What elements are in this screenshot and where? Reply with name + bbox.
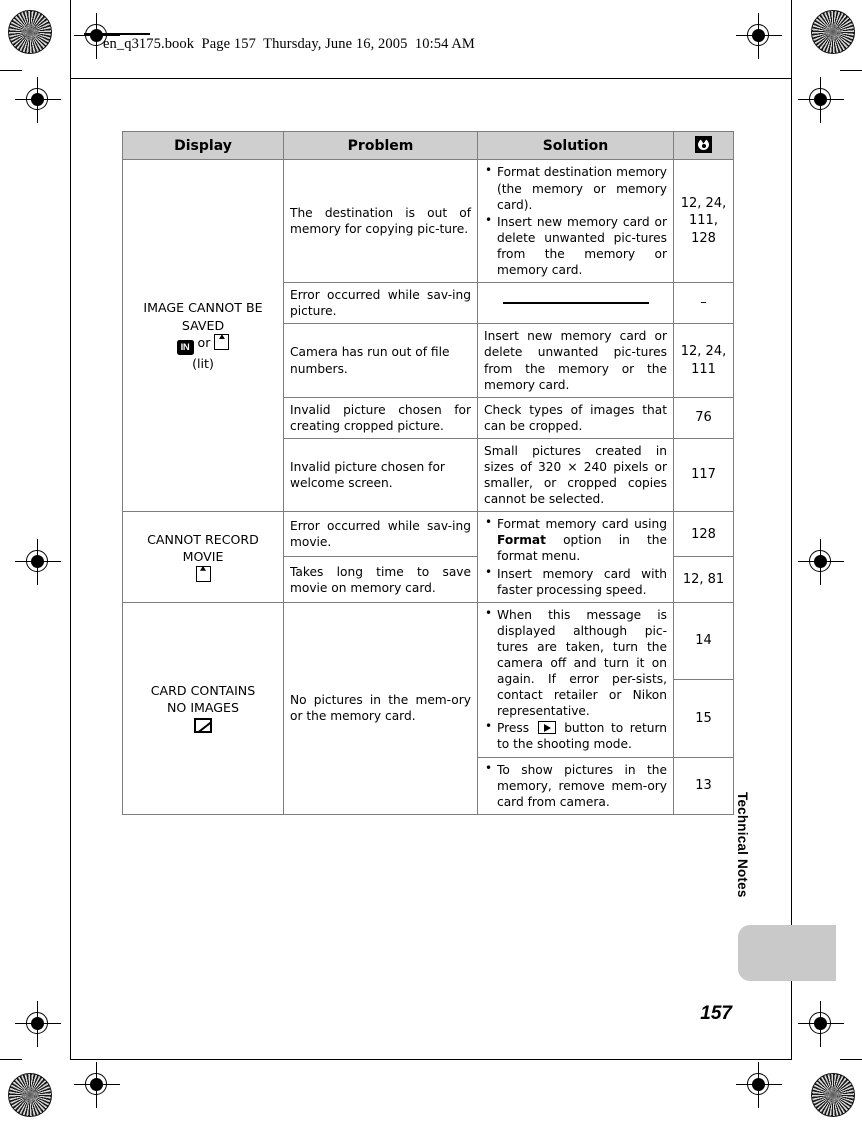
- crop-frame-bottom: [70, 1059, 792, 1061]
- problem-cell: Invalid picture chosen for creating crop…: [283, 396, 478, 439]
- page-reference-cell: 15: [673, 679, 734, 758]
- registration-target-right-lower: [798, 1001, 844, 1047]
- page-reference-cell: 13: [673, 756, 734, 815]
- crop-frame-left: [70, 20, 72, 1060]
- internal-memory-icon: IN: [176, 340, 194, 356]
- crop-line-top-left-vertical: [70, 0, 72, 20]
- no-image-icon: [194, 718, 212, 734]
- page-reference-cell: 12, 24, 111, 128: [673, 159, 734, 284]
- registration-rosette-bottom-left: [8, 1073, 52, 1117]
- problem-cell: Invalid picture chosen for welcome scree…: [283, 437, 478, 513]
- registration-target-right-middle: [798, 539, 844, 585]
- page-reference-cell: 128: [673, 511, 734, 558]
- display-cell-cannot-record-movie: CANNOT RECORD MOVIE: [122, 511, 284, 603]
- display-icon-row: [129, 565, 277, 584]
- crop-line-right-top-horizontal: [840, 70, 862, 72]
- solution-bullet: Insert memory card with faster processin…: [484, 565, 667, 598]
- error-message-table: Display Problem Solution IMAGE CANNOT BE…: [122, 130, 734, 815]
- registration-target-left-upper: [15, 77, 61, 123]
- display-message-line2: NO IMAGES: [166, 700, 240, 716]
- crop-line-bottom-left-horizontal: [0, 1059, 22, 1061]
- table-header-row: Display Problem Solution: [122, 130, 734, 161]
- solution-bullet: When this message is displayed although …: [484, 606, 667, 720]
- memory-card-icon: [195, 565, 211, 582]
- solution-text-pre: Press: [497, 721, 536, 736]
- display-note: (lit): [192, 356, 214, 372]
- solution-cell: [477, 282, 674, 325]
- problem-cell: Takes long time to save movie on memory …: [283, 556, 478, 603]
- display-message-line1: CARD CONTAINS: [150, 682, 256, 698]
- display-cell-image-cannot-be-saved: IMAGE CANNOT BE SAVED IN or (lit): [122, 159, 284, 513]
- column-header-solution: Solution: [477, 130, 674, 161]
- column-header-problem: Problem: [283, 130, 478, 161]
- page-reference-cell: –: [673, 282, 734, 325]
- solution-bullet: Format destination memory (the memory or…: [484, 163, 667, 212]
- solution-cell: Format memory card using Format option i…: [477, 511, 674, 603]
- section-tab-label: Technical Notes: [735, 792, 750, 898]
- crop-line-bottom-right-horizontal: [840, 1059, 862, 1061]
- book-icon: [695, 136, 712, 153]
- page-number: 157: [700, 1003, 732, 1024]
- icon-separator-label: or: [197, 335, 211, 351]
- registration-target-bottom-right: [736, 1062, 782, 1108]
- column-header-reference: [673, 130, 734, 161]
- solution-bullet: Insert new memory card or delete unwante…: [484, 213, 667, 278]
- problem-cell: Error occurred while sav-ing picture.: [283, 282, 478, 325]
- solution-cell: Insert new memory card or delete unwante…: [477, 323, 674, 398]
- page-reference-cell: 14: [673, 601, 734, 681]
- table-row: CARD CONTAINS NO IMAGES No pictures in t…: [122, 601, 734, 815]
- display-message-line2: SAVED: [181, 317, 225, 333]
- column-header-display: Display: [122, 130, 284, 161]
- slug-rule: [84, 33, 150, 35]
- display-message-line2: MOVIE: [182, 549, 224, 565]
- solution-cell: Check types of images that can be croppe…: [477, 396, 674, 439]
- page-reference-cell: 76: [673, 396, 734, 439]
- display-message-line1: CANNOT RECORD: [147, 531, 259, 547]
- table-row: IMAGE CANNOT BE SAVED IN or (lit) The de…: [122, 159, 734, 513]
- solution-bullet: To show pictures in the memory, remove m…: [484, 761, 667, 810]
- registration-rosette-top-right: [811, 10, 855, 54]
- page-reference-cell: 12, 24, 111: [673, 323, 734, 398]
- display-icon-row: IN or: [129, 334, 277, 356]
- playback-button-icon: [537, 721, 556, 735]
- problem-cell: No pictures in the mem-ory or the memory…: [283, 601, 478, 815]
- solution-cell: Small pictures created in sizes of 320 ×…: [477, 437, 674, 513]
- registration-target-left-middle: [15, 539, 61, 585]
- page-reference-cell: 12, 81: [673, 556, 734, 603]
- empty-solution-rule: [502, 302, 649, 305]
- problem-cell: Error occurred while sav-ing movie.: [283, 511, 478, 558]
- display-icon-row: [129, 717, 277, 735]
- solution-text-pre: Format memory card using: [497, 517, 667, 532]
- solution-bullet: Format memory card using Format option i…: [484, 515, 667, 564]
- registration-rosette-bottom-right: [811, 1073, 855, 1117]
- problem-cell: Camera has run out of file numbers.: [283, 323, 478, 398]
- display-message-line1: IMAGE CANNOT BE: [143, 299, 263, 315]
- problem-cell: The destination is out of memory for cop…: [283, 159, 478, 284]
- registration-target-left-lower: [15, 1001, 61, 1047]
- book-slug-line: en_q3175.book Page 157 Thursday, June 16…: [103, 36, 475, 52]
- registration-target-top-right: [736, 13, 782, 59]
- format-option-bold: Format: [497, 533, 546, 548]
- memory-card-icon: [214, 334, 230, 351]
- registration-rosette-top-left: [8, 10, 52, 54]
- crop-frame-right: [791, 20, 793, 1060]
- registration-target-bottom-left: [74, 1062, 120, 1108]
- crop-frame-top: [70, 78, 792, 80]
- display-cell-card-contains-no-images: CARD CONTAINS NO IMAGES: [122, 601, 284, 815]
- crop-line-left-top-horizontal: [0, 70, 22, 72]
- solution-bullet: Press button to return to the shooting m…: [484, 719, 667, 752]
- solution-cell: To show pictures in the memory, remove m…: [477, 756, 674, 815]
- solution-cell: Format destination memory (the memory or…: [477, 159, 674, 284]
- page-reference-cell: 117: [673, 437, 734, 513]
- solution-cell: When this message is displayed although …: [477, 601, 674, 758]
- registration-target-right-upper: [798, 77, 844, 123]
- section-tab-block: [738, 925, 836, 981]
- table-row: CANNOT RECORD MOVIE Error occurred while…: [122, 511, 734, 603]
- crop-line-top-right-vertical: [791, 0, 793, 20]
